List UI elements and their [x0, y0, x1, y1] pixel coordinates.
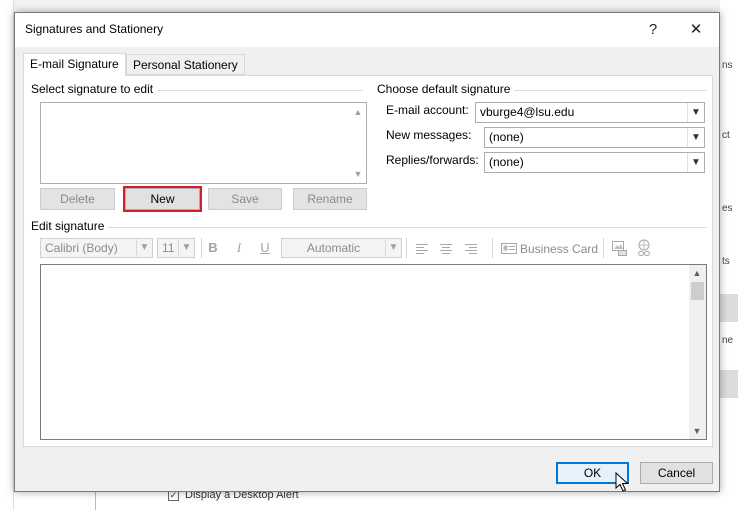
group-divider	[135, 90, 363, 91]
help-icon[interactable]: ?	[641, 19, 665, 41]
new-button[interactable]: New	[123, 186, 202, 212]
replies-forwards-label: Replies/forwards:	[386, 153, 479, 167]
signature-list[interactable]: ▲ ▼	[40, 102, 367, 184]
font-size-value: 11	[162, 241, 175, 255]
delete-button[interactable]: Delete	[40, 188, 115, 210]
toolbar-separator	[406, 238, 407, 258]
background-right-panel	[720, 0, 738, 510]
new-messages-value: (none)	[489, 130, 524, 144]
editor-scrollbar[interactable]: ▲ ▼	[689, 265, 706, 439]
chevron-down-icon[interactable]: ▼	[178, 239, 194, 257]
new-messages-label: New messages:	[386, 128, 472, 142]
choose-default-signature-label: Choose default signature	[377, 82, 515, 96]
align-right-icon[interactable]	[461, 238, 481, 258]
underline-icon[interactable]: U	[255, 238, 275, 258]
tab-personal-stationery[interactable]: Personal Stationery	[126, 54, 245, 75]
new-messages-select[interactable]: (none) ▼	[484, 127, 705, 148]
signatures-dialog: Signatures and Stationery ? ✕ E-mail Sig…	[14, 12, 720, 492]
save-button[interactable]: Save	[208, 188, 282, 210]
signature-list-scrollbar[interactable]: ▲ ▼	[350, 103, 366, 183]
email-account-label: E-mail account:	[386, 103, 469, 117]
replies-forwards-select[interactable]: (none) ▼	[484, 152, 705, 173]
italic-icon[interactable]: I	[229, 238, 249, 258]
scroll-down-icon[interactable]: ▼	[350, 167, 366, 181]
replies-forwards-value: (none)	[489, 155, 524, 169]
cancel-button[interactable]: Cancel	[640, 462, 713, 484]
business-card-icon[interactable]	[499, 238, 519, 258]
chevron-down-icon[interactable]: ▼	[385, 239, 401, 257]
close-icon[interactable]: ✕	[684, 19, 708, 41]
insert-picture-icon[interactable]	[609, 238, 629, 258]
bold-icon[interactable]: B	[203, 238, 223, 258]
title-bar: Signatures and Stationery ? ✕	[15, 13, 719, 47]
scroll-up-icon[interactable]: ▲	[350, 105, 366, 119]
group-divider	[107, 227, 707, 228]
email-account-value: vburge4@lsu.edu	[480, 105, 575, 119]
background-right-text: es	[722, 203, 733, 214]
chevron-down-icon[interactable]: ▼	[687, 103, 704, 122]
font-name-value: Calibri (Body)	[45, 241, 118, 255]
scroll-down-icon[interactable]: ▼	[689, 424, 705, 438]
business-card-label[interactable]: Business Card	[520, 239, 598, 259]
background-right-text: ns	[722, 60, 733, 71]
font-color-select[interactable]: Automatic ▼	[281, 238, 402, 258]
toolbar-separator	[492, 238, 493, 258]
chevron-down-icon[interactable]: ▼	[687, 128, 704, 147]
background-bottom-area	[14, 490, 720, 510]
dialog-title: Signatures and Stationery	[25, 22, 164, 36]
font-color-value: Automatic	[306, 241, 361, 255]
font-size-select[interactable]: 11 ▼	[157, 238, 195, 258]
scroll-up-icon[interactable]: ▲	[689, 266, 705, 280]
background-right-text: ct	[722, 130, 730, 141]
hyperlink-icon[interactable]	[634, 238, 654, 258]
background-right-text: ts	[722, 256, 730, 267]
align-center-icon[interactable]	[436, 238, 456, 258]
background-right-text: ne	[722, 335, 734, 346]
chevron-down-icon[interactable]: ▼	[687, 153, 704, 172]
toolbar-separator	[603, 238, 604, 258]
edit-signature-label: Edit signature	[31, 219, 109, 233]
toolbar-separator	[201, 238, 202, 258]
rename-button[interactable]: Rename	[293, 188, 367, 210]
scrollbar-thumb[interactable]	[691, 282, 704, 300]
mouse-cursor-icon	[615, 472, 629, 492]
select-signature-label: Select signature to edit	[31, 82, 158, 96]
background-right-band	[720, 370, 738, 398]
tab-email-signature[interactable]: E-mail Signature	[23, 53, 126, 76]
group-divider	[512, 90, 707, 91]
align-left-icon[interactable]	[412, 238, 432, 258]
signature-editor[interactable]: ▲ ▼	[40, 264, 707, 440]
background-left-panel	[0, 0, 14, 510]
font-name-select[interactable]: Calibri (Body) ▼	[40, 238, 153, 258]
background-right-band	[720, 294, 738, 322]
email-account-select[interactable]: vburge4@lsu.edu ▼	[475, 102, 705, 123]
chevron-down-icon[interactable]: ▼	[136, 239, 152, 257]
